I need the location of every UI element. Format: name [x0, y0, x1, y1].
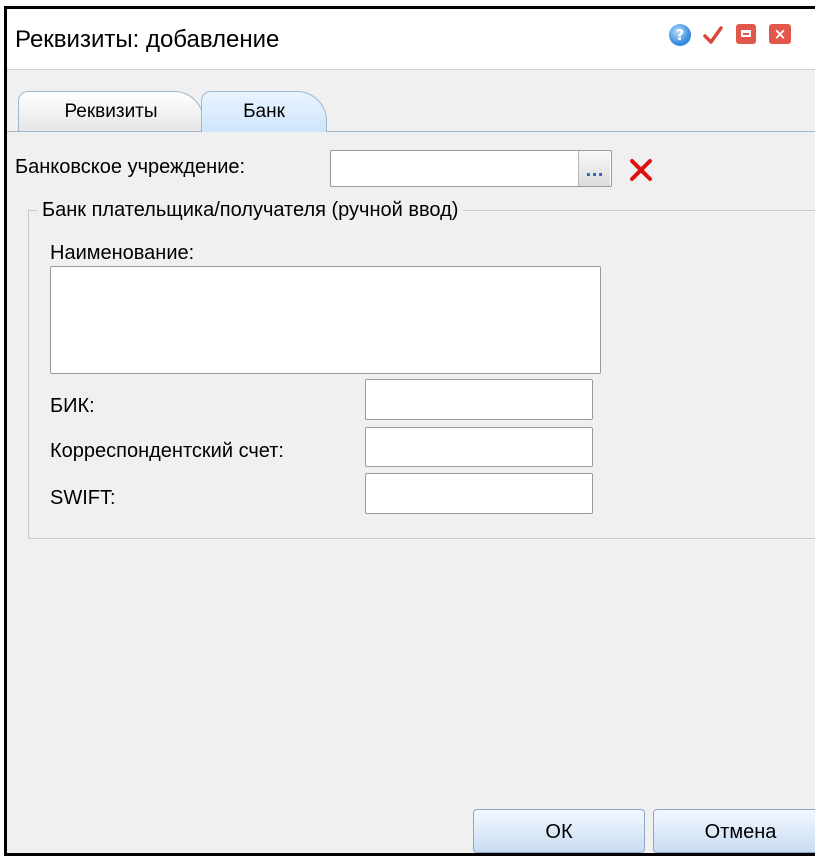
cancel-button[interactable]: Отмена: [653, 809, 815, 853]
help-button[interactable]: ?: [669, 24, 691, 46]
bank-institution-label: Банковское учреждение:: [15, 156, 246, 178]
dialog-window: Реквизиты: добавление ? × Реквизиты Банк…: [4, 6, 815, 856]
tab-bar: Реквизиты Банк: [7, 87, 815, 132]
corr-account-field[interactable]: [365, 427, 593, 467]
close-button[interactable]: ×: [769, 24, 791, 46]
tab-bank[interactable]: Банк: [201, 91, 327, 132]
swift-field[interactable]: [365, 473, 593, 514]
swift-label: SWIFT:: [50, 487, 116, 509]
minimize-icon: [736, 24, 756, 44]
minimize-button[interactable]: [736, 24, 758, 46]
bank-picker-button[interactable]: ...: [578, 151, 610, 186]
apply-button[interactable]: [702, 24, 724, 46]
close-icon: ×: [769, 24, 791, 44]
window-title: Реквизиты: добавление: [15, 26, 280, 53]
bank-institution-field[interactable]: [330, 150, 612, 187]
ok-button[interactable]: ОК: [473, 809, 645, 853]
bik-field[interactable]: [365, 379, 593, 420]
corr-account-label: Корреспондентский счет:: [50, 440, 284, 462]
clear-icon[interactable]: [626, 155, 656, 185]
name-label: Наименование:: [50, 242, 195, 264]
tab-requisites[interactable]: Реквизиты: [18, 91, 204, 131]
manual-bank-legend: Банк плательщика/получателя (ручной ввод…: [42, 199, 459, 221]
name-textarea[interactable]: [50, 266, 601, 374]
bik-label: БИК:: [50, 395, 95, 417]
help-icon: ?: [669, 24, 691, 46]
title-bar: Реквизиты: добавление ? ×: [7, 9, 815, 70]
checkmark-icon: [703, 26, 723, 44]
